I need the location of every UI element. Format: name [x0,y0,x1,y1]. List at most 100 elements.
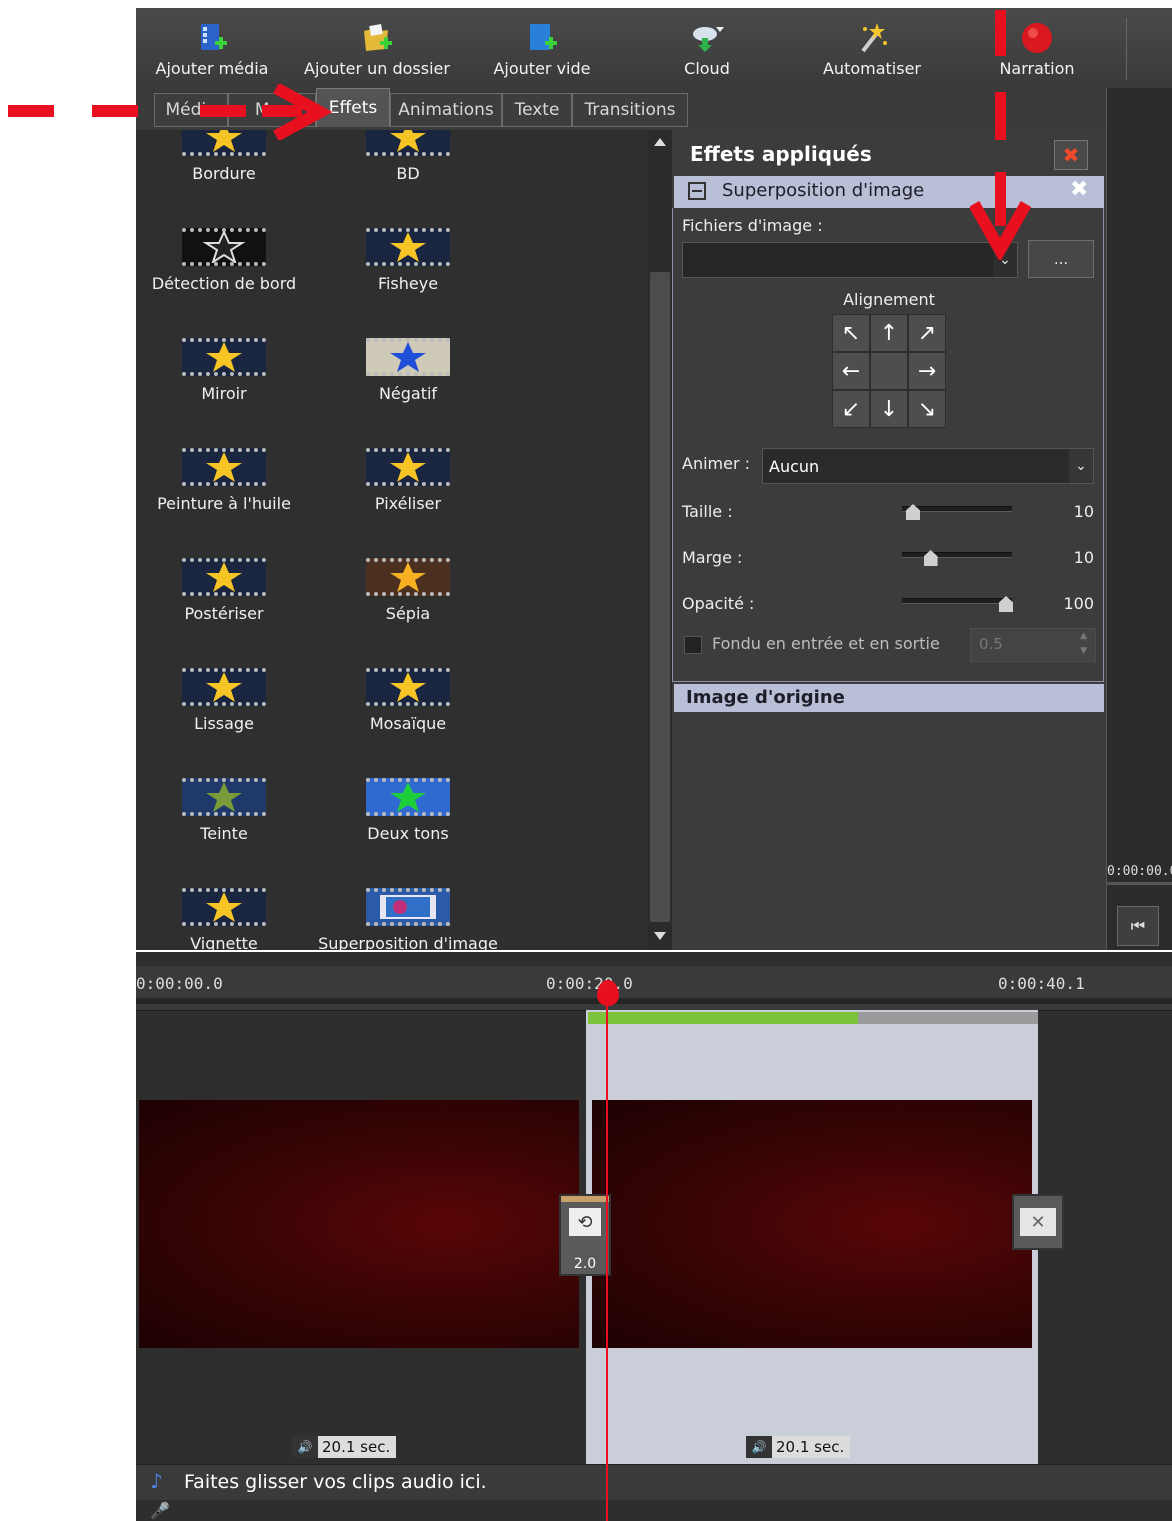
effect-item[interactable]: Superposition d'image [318,888,498,950]
skip-to-start-button[interactable]: ⏮ [1117,906,1159,946]
cloud-button[interactable]: Cloud [652,8,762,88]
browse-button[interactable]: ... [1028,240,1094,278]
add-blank-button[interactable]: Ajouter vide [482,8,602,88]
annotation-dash-3 [200,105,246,117]
magic-wand-icon [861,23,887,53]
effect-label: Deux tons [367,824,449,843]
narration-track[interactable]: 🎤 [136,1500,1172,1521]
clip2-duration-badge: 🔊 20.1 sec. [746,1436,851,1458]
annotation-vdash-1 [995,10,1006,56]
empty-transition-icon: ✕ [1020,1208,1056,1236]
effect-label: Mosaïque [369,714,447,733]
align-bottom-right-icon[interactable]: ↘ [908,390,946,428]
playhead-handle[interactable] [597,980,619,1006]
animate-dropdown[interactable]: Aucun ⌄ [762,448,1094,484]
align-top-icon[interactable]: ↑ [870,314,908,352]
tab-transitions[interactable]: Transitions [572,93,688,127]
effect-item[interactable]: Pixéliser [318,448,498,558]
star-outline-film-icon [182,228,266,266]
music-note-icon: ♪ [150,1469,163,1493]
image-files-dropdown[interactable]: ⌄ [682,242,1018,278]
effects-scrollbar-thumb[interactable] [650,272,670,922]
end-transition-box[interactable]: ✕ [1012,1194,1064,1250]
fade-checkbox[interactable] [684,636,702,654]
effect-label: Négatif [378,384,438,403]
effect-item[interactable]: Peinture à l'huile [136,448,314,558]
align-top-right-icon[interactable]: ↗ [908,314,946,352]
margin-label: Marge : [682,548,743,567]
remove-effect-icon[interactable]: ✖ [1070,177,1088,202]
star-film-icon [366,228,450,266]
effect-item[interactable]: Miroir [136,338,314,448]
effect-item[interactable]: Deux tons [318,778,498,888]
preview-scrubber[interactable] [1107,882,1172,885]
fade-duration-spinbox[interactable]: 0.5 ▲ ▼ [970,628,1096,662]
scroll-down-icon[interactable] [654,932,666,940]
effect-item[interactable]: Postériser [136,558,314,668]
applied-effects-title: Effets appliqués [690,142,872,166]
align-bottom-left-icon[interactable]: ↙ [832,390,870,428]
effect-item[interactable]: Sépia [318,558,498,668]
main-toolbar: Ajouter média Ajouter un dossier Ajouter… [136,8,1172,89]
annotation-vdash-2 [995,92,1006,140]
speaker-icon[interactable]: 🔊 [292,1436,318,1458]
effect-item[interactable]: BD [318,130,498,228]
star-film-icon [366,448,450,486]
effects-library-grid: Bordure BD Détection de bord Fisheye Miroir N… [136,130,648,950]
effect-item[interactable]: Lissage [136,668,314,778]
add-media-label: Ajouter média [155,59,269,78]
audio-track[interactable]: ♪ Faites glisser vos clips audio ici. [136,1464,1172,1501]
video-clip-2[interactable] [592,1100,1032,1348]
align-bottom-icon[interactable]: ↓ [870,390,908,428]
effect-label: Fisheye [377,274,439,293]
original-image-header[interactable]: Image d'origine [674,684,1104,712]
narration-label: Narration [999,59,1075,78]
add-blank-label: Ajouter vide [493,59,591,78]
automate-label: Automatiser [822,59,921,78]
add-folder-button[interactable]: Ajouter un dossier [302,8,452,88]
opacity-slider[interactable] [902,598,1012,604]
effect-item[interactable]: Bordure [136,130,314,228]
speaker-icon[interactable]: 🔊 [746,1436,772,1458]
automate-button[interactable]: Automatiser [812,8,932,88]
effect-header-overlay[interactable]: Superposition d'image ✖ [674,176,1104,208]
image-overlay-icon [366,888,450,926]
animate-label: Animer : [682,454,751,473]
align-center-icon[interactable] [870,352,908,390]
effect-item[interactable]: Fisheye [318,228,498,338]
tab-text[interactable]: Texte [502,93,572,127]
effect-item[interactable]: Vignette [136,888,314,950]
effect-label: Sépia [385,604,431,623]
star-twotone-film-icon [366,778,450,816]
align-right-icon[interactable]: → [908,352,946,390]
transition-box[interactable]: ⟲ 2.0 [559,1194,611,1276]
chevron-down-icon[interactable]: ⌄ [1069,449,1093,483]
star-film-icon [182,338,266,376]
video-clip-1[interactable] [139,1100,579,1348]
scroll-up-icon[interactable] [654,138,666,146]
effect-label: Superposition d'image [318,934,498,950]
add-media-button[interactable]: Ajouter média [152,8,272,88]
add-folder-icon [364,24,392,51]
effect-item[interactable]: Teinte [136,778,314,888]
playhead-line[interactable] [606,990,608,1521]
effect-label: Vignette [190,934,258,950]
margin-slider[interactable] [902,552,1012,558]
spin-up-icon[interactable]: ▲ [1080,631,1087,641]
size-label: Taille : [682,502,733,521]
effect-item[interactable]: Détection de bord [136,228,314,338]
effect-item[interactable]: Négatif [318,338,498,448]
remove-all-effects-button[interactable]: ✖ [1054,140,1088,170]
spin-down-icon[interactable]: ▼ [1080,646,1087,656]
cloud-label: Cloud [684,59,730,78]
ruler-track [136,998,1172,1004]
align-left-icon[interactable]: ← [832,352,870,390]
margin-value: 10 [1073,548,1094,567]
annotation-dash-2 [92,105,138,117]
align-top-left-icon[interactable]: ↖ [832,314,870,352]
opacity-label: Opacité : [682,594,755,613]
tab-animations[interactable]: Animations [390,93,502,127]
effect-item[interactable]: Mosaïque [318,668,498,778]
star-film-icon [182,558,266,596]
collapse-icon[interactable] [688,182,706,200]
